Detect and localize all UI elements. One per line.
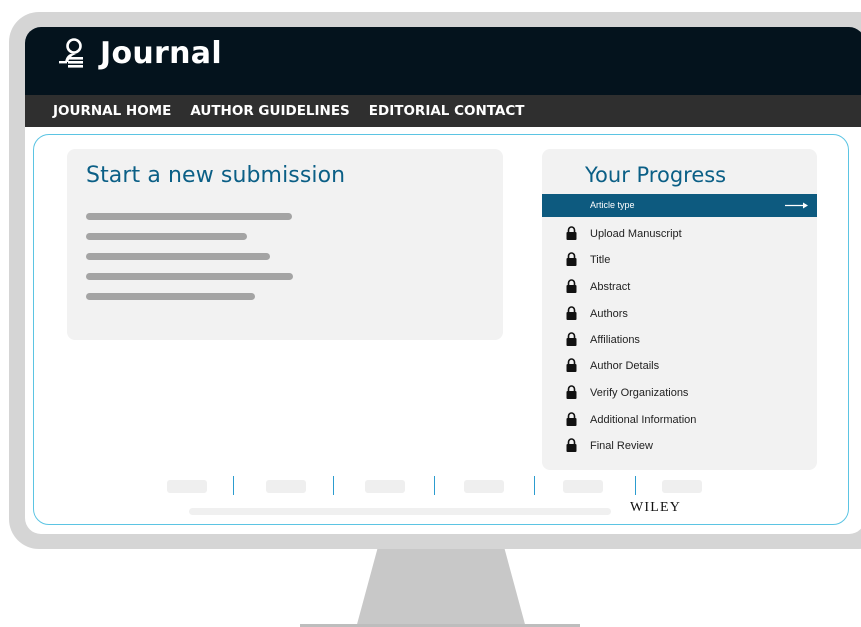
brand-name: Journal: [100, 35, 222, 71]
content-frame: Start a new submission Your Progress Art…: [33, 134, 849, 525]
step-author-details[interactable]: Author Details: [542, 355, 817, 377]
footer-divider: [233, 476, 234, 495]
monitor-illustration: Journal JOURNAL HOME AUTHOR GUIDELINES E…: [0, 0, 861, 627]
arrow-right-icon: [785, 202, 808, 209]
progress-panel: Your Progress Article type Upload Manusc…: [542, 149, 817, 470]
step-abstract[interactable]: Abstract: [542, 276, 817, 298]
nav-journal-home[interactable]: JOURNAL HOME: [53, 103, 171, 119]
monitor-screen: Journal JOURNAL HOME AUTHOR GUIDELINES E…: [25, 27, 861, 534]
publisher-logo: WILEY: [630, 500, 682, 515]
lock-icon: [566, 412, 577, 426]
footer-link-placeholder[interactable]: [464, 480, 504, 493]
lock-icon: [566, 358, 577, 372]
step-verify-organizations[interactable]: Verify Organizations: [542, 382, 817, 404]
main-nav: JOURNAL HOME AUTHOR GUIDELINES EDITORIAL…: [25, 95, 861, 127]
step-label: Affiliations: [590, 334, 640, 346]
step-final-review[interactable]: Final Review: [542, 435, 817, 457]
nav-editorial-contact[interactable]: EDITORIAL CONTACT: [369, 103, 525, 119]
footer-text-placeholder: [189, 508, 611, 515]
step-label: Abstract: [590, 281, 631, 293]
step-label: Verify Organizations: [590, 387, 689, 399]
lock-icon: [566, 385, 577, 399]
footer-divider: [534, 476, 535, 495]
step-label: Authors: [590, 308, 628, 320]
step-label: Upload Manuscript: [590, 228, 682, 240]
progress-title: Your Progress: [585, 163, 727, 187]
lock-icon: [566, 279, 577, 293]
placeholder-text-line: [86, 213, 292, 220]
lock-icon: [566, 252, 577, 266]
site-header: Journal: [25, 27, 861, 95]
footer-link-placeholder[interactable]: [365, 480, 405, 493]
step-title[interactable]: Title: [542, 249, 817, 271]
submission-card: Start a new submission: [67, 149, 503, 340]
brand[interactable]: Journal: [56, 33, 222, 73]
step-authors[interactable]: Authors: [542, 303, 817, 325]
step-label: Additional Information: [590, 414, 697, 426]
lock-icon: [566, 438, 577, 452]
step-additional-information[interactable]: Additional Information: [542, 409, 817, 431]
step-upload-manuscript[interactable]: Upload Manuscript: [542, 223, 817, 245]
placeholder-text-line: [86, 273, 293, 280]
nav-author-guidelines[interactable]: AUTHOR GUIDELINES: [190, 103, 349, 119]
footer-link-placeholder[interactable]: [563, 480, 603, 493]
footer-link-placeholder[interactable]: [662, 480, 702, 493]
step-label: Author Details: [590, 360, 660, 372]
footer-divider: [434, 476, 435, 495]
lock-icon: [566, 332, 577, 346]
placeholder-text-line: [86, 253, 270, 260]
submission-title: Start a new submission: [86, 163, 346, 188]
reader-icon: [59, 38, 83, 68]
step-article-type[interactable]: Article type: [542, 194, 817, 217]
footer-divider: [635, 476, 636, 495]
footer-divider: [333, 476, 334, 495]
footer-link-placeholder[interactable]: [266, 480, 306, 493]
step-label: Final Review: [590, 440, 653, 452]
placeholder-text-line: [86, 233, 247, 240]
step-label: Article type: [590, 200, 635, 210]
placeholder-text-line: [86, 293, 255, 300]
step-label: Title: [590, 254, 611, 266]
footer-link-placeholder[interactable]: [167, 480, 207, 493]
lock-icon: [566, 226, 577, 240]
monitor-stand: [356, 540, 526, 627]
lock-icon: [566, 306, 577, 320]
step-affiliations[interactable]: Affiliations: [542, 329, 817, 351]
